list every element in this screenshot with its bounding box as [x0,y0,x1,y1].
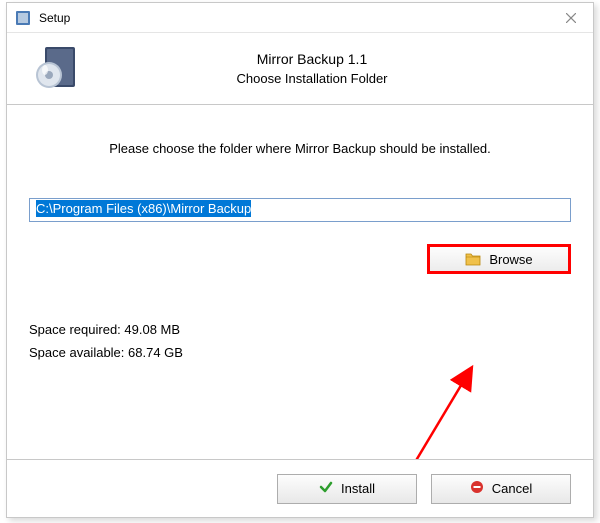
space-available: Space available: 68.74 GB [29,345,571,360]
close-icon [566,13,576,23]
app-icon [15,10,31,26]
header: Mirror Backup 1.1 Choose Installation Fo… [7,33,593,105]
browse-label: Browse [489,252,532,267]
space-required: Space required: 49.08 MB [29,322,571,337]
titlebar: Setup [7,3,593,33]
install-path-value: C:\Program Files (x86)\Mirror Backup [36,200,251,217]
body: Please choose the folder where Mirror Ba… [7,105,593,360]
cancel-icon [470,480,484,497]
browse-button[interactable]: Browse [427,244,571,274]
footer: Install Cancel [7,459,593,517]
close-button[interactable] [548,3,593,33]
install-path-input[interactable]: C:\Program Files (x86)\Mirror Backup [29,198,571,222]
install-button[interactable]: Install [277,474,417,504]
setup-window: Setup Mirror Backup 1.1 Choose Installat… [6,2,594,518]
page-subtitle: Choose Installation Folder [101,71,523,86]
install-label: Install [341,481,375,496]
check-icon [319,480,333,497]
cancel-label: Cancel [492,481,532,496]
product-icon [35,45,83,93]
window-title: Setup [39,11,70,25]
product-title: Mirror Backup 1.1 [101,51,523,67]
folder-icon [465,252,481,266]
cancel-button[interactable]: Cancel [431,474,571,504]
header-text: Mirror Backup 1.1 Choose Installation Fo… [101,51,593,86]
instruction-text: Please choose the folder where Mirror Ba… [29,141,571,156]
space-info: Space required: 49.08 MB Space available… [29,322,571,360]
